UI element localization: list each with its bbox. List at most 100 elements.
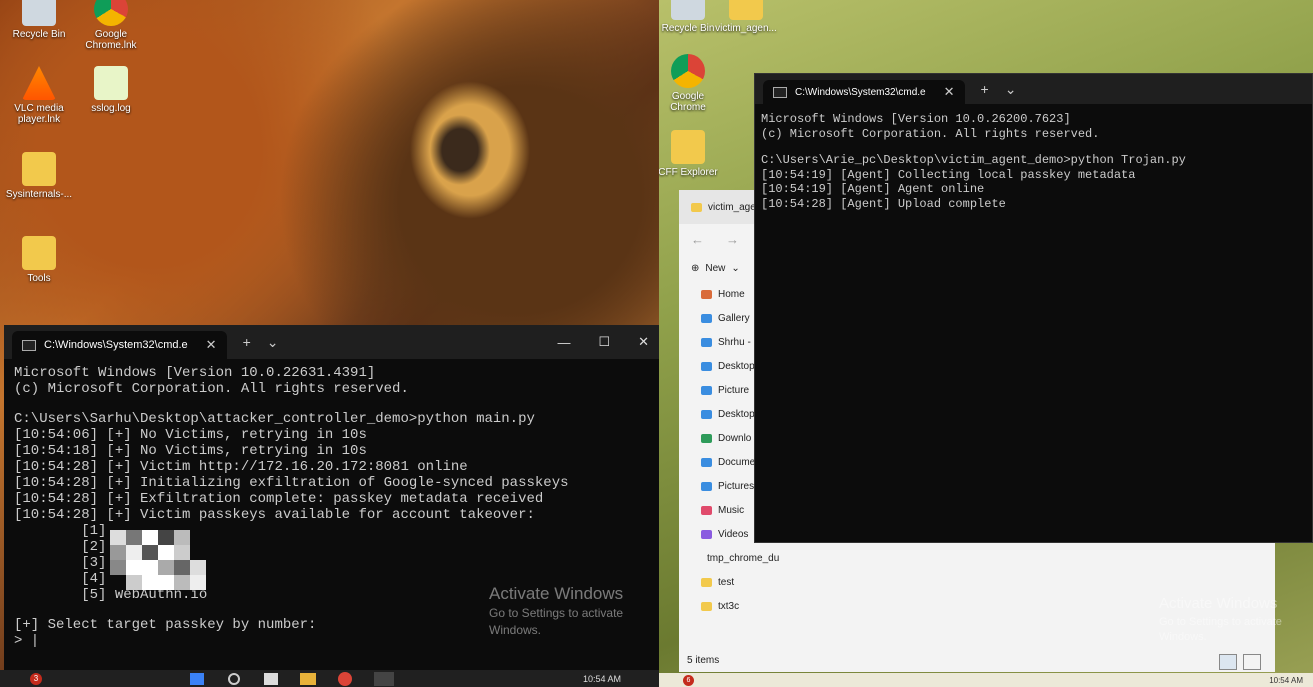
start-icon[interactable] — [190, 672, 204, 685]
status-bar: 5 items — [687, 655, 720, 666]
redaction-cell — [174, 530, 190, 545]
details-view-icon[interactable] — [1219, 654, 1237, 670]
folder-icon — [22, 152, 56, 186]
close-tab-icon[interactable]: ✕ — [944, 84, 955, 100]
chevron-down-icon[interactable]: ⌄ — [267, 334, 279, 351]
nav-item[interactable]: txt3c — [679, 594, 779, 618]
redaction-cell — [110, 575, 126, 590]
desktop-icon-recycle-bin[interactable]: Recycle Bin — [4, 0, 74, 40]
recycle-bin-icon — [22, 0, 56, 26]
new-tab-icon[interactable]: + — [243, 334, 251, 350]
redaction-cell — [190, 560, 206, 575]
redaction-cell — [110, 545, 126, 560]
folder-icon — [671, 130, 705, 164]
folder-icon — [22, 236, 56, 270]
redaction-cell — [158, 560, 174, 575]
clock[interactable]: 10:54 AM — [1269, 676, 1303, 685]
nav-item[interactable]: test — [679, 570, 779, 594]
nav-item[interactable]: tmp_chrome_du — [679, 546, 779, 570]
redaction-cell — [110, 560, 126, 575]
console-line: [10:54:28] [+] Initializing exfiltration… — [14, 475, 569, 491]
console-line: [10:54:28] [+] Exfiltration complete: pa… — [14, 491, 544, 507]
maximize-icon[interactable]: ☐ — [598, 334, 610, 350]
desktop-icon — [701, 361, 712, 371]
cmd-titlebar[interactable]: C:\Windows\System32\cmd.e ✕ + ⌄ — [755, 74, 1312, 104]
gallery-icon — [701, 313, 712, 323]
back-icon[interactable]: ← — [691, 232, 704, 247]
notification-badge[interactable]: 3 — [30, 672, 42, 685]
redaction-cell — [142, 545, 158, 560]
music-icon — [701, 505, 712, 515]
redaction-cell — [190, 545, 206, 560]
victim-cmd-window[interactable]: C:\Windows\System32\cmd.e ✕ + ⌄ Microsof… — [754, 73, 1313, 543]
cmd-tab[interactable]: C:\Windows\System32\cmd.e ✕ — [763, 80, 965, 104]
nav-item-label: Home — [718, 288, 745, 300]
chrome-icon — [671, 54, 705, 88]
console-line: [10:54:18] [+] No Victims, retrying in 1… — [14, 443, 367, 459]
activation-watermark: Activate Windows Go to Settings to activ… — [489, 584, 624, 637]
clock[interactable]: 10:54 AM — [583, 674, 621, 684]
redaction-cell — [110, 530, 126, 545]
folder-icon — [729, 0, 763, 20]
console-line: [10:54:28] [+] Victim passkeys available… — [14, 507, 535, 523]
nav-item-label: test — [718, 576, 735, 588]
file-icon[interactable] — [264, 672, 278, 685]
desktop-icon-sslog[interactable]: sslog.log — [76, 66, 146, 114]
console-output[interactable]: Microsoft Windows [Version 10.0.26200.76… — [755, 104, 1312, 219]
taskbar: 6 10:54 AM — [659, 673, 1313, 687]
notification-badge[interactable]: 6 — [683, 674, 694, 686]
desktop-icon-cff-explorer[interactable]: CFF Explorer — [659, 130, 723, 178]
terminal-icon[interactable] — [374, 671, 394, 686]
chevron-down-icon[interactable]: ⌄ — [1005, 81, 1017, 98]
redaction-cell — [158, 545, 174, 560]
cmd-titlebar[interactable]: C:\Windows\System32\cmd.e ✕ + ⌄ — ☐ ✕ — [4, 325, 659, 359]
close-tab-icon[interactable]: ✕ — [206, 337, 217, 353]
redaction-cell — [190, 575, 206, 590]
terminal-icon — [773, 86, 787, 98]
nav-item-label: tmp_chrome_du — [707, 552, 780, 564]
console-line: C:\Users\Sarhu\Desktop\attacker_controll… — [14, 411, 535, 427]
forward-icon[interactable]: → — [726, 232, 739, 247]
redaction-cell — [158, 530, 174, 545]
nav-item-label: Gallery — [718, 312, 750, 324]
new-tab-icon[interactable]: + — [981, 81, 989, 97]
chrome-icon[interactable] — [338, 671, 352, 686]
chrome-icon — [94, 0, 128, 26]
desktop-icon-tools[interactable]: Tools — [4, 236, 74, 284]
attacker-cmd-window[interactable]: C:\Windows\System32\cmd.e ✕ + ⌄ — ☐ ✕ Mi… — [4, 325, 659, 670]
redaction-cell — [126, 560, 142, 575]
desktop-icon-sysinternals[interactable]: Sysinternals-... — [4, 152, 74, 200]
tiles-view-icon[interactable] — [1243, 654, 1261, 670]
redaction-cell — [142, 530, 158, 545]
cloud-icon — [701, 337, 712, 347]
nav-item-label: txt3c — [718, 600, 740, 612]
explorer-icon[interactable] — [300, 672, 316, 685]
folder-icon — [691, 202, 702, 212]
pictures-icon — [701, 385, 712, 395]
terminal-icon — [22, 339, 36, 351]
videos-icon — [701, 529, 712, 539]
console-line: [10:54:19] [Agent] Agent online — [761, 182, 985, 196]
nav-item-label: Desktop — [718, 408, 755, 420]
nav-item-label: Videos — [718, 528, 749, 540]
home-icon — [701, 289, 712, 299]
desktop-icon-vlc[interactable]: VLC media player.lnk — [4, 66, 74, 125]
desktop-icon-chrome[interactable]: Google Chrome.lnk — [76, 0, 146, 51]
folder-icon — [701, 601, 712, 611]
desktop-icon-chrome[interactable]: Google Chrome — [659, 54, 723, 113]
console-line: [10:54:06] [+] No Victims, retrying in 1… — [14, 427, 367, 443]
desktop-icon-victim-agent[interactable]: victim_agen... — [711, 0, 781, 34]
console-line: (c) Microsoft Corporation. All rights re… — [14, 381, 409, 397]
nav-item-label: Picture — [718, 384, 750, 396]
redaction-cell — [126, 530, 142, 545]
search-icon[interactable] — [228, 672, 240, 685]
minimize-icon[interactable]: — — [557, 335, 570, 350]
pictures-icon — [701, 481, 712, 491]
cmd-tab[interactable]: C:\Windows\System32\cmd.e ✕ — [12, 331, 227, 359]
vlc-icon — [22, 66, 56, 100]
console-line: [10:54:19] [Agent] Collecting local pass… — [761, 167, 1136, 182]
plus-icon: ⊕ — [691, 262, 700, 274]
close-icon[interactable]: ✕ — [638, 334, 649, 350]
console-line: Microsoft Windows [Version 10.0.26200.76… — [761, 112, 1071, 126]
